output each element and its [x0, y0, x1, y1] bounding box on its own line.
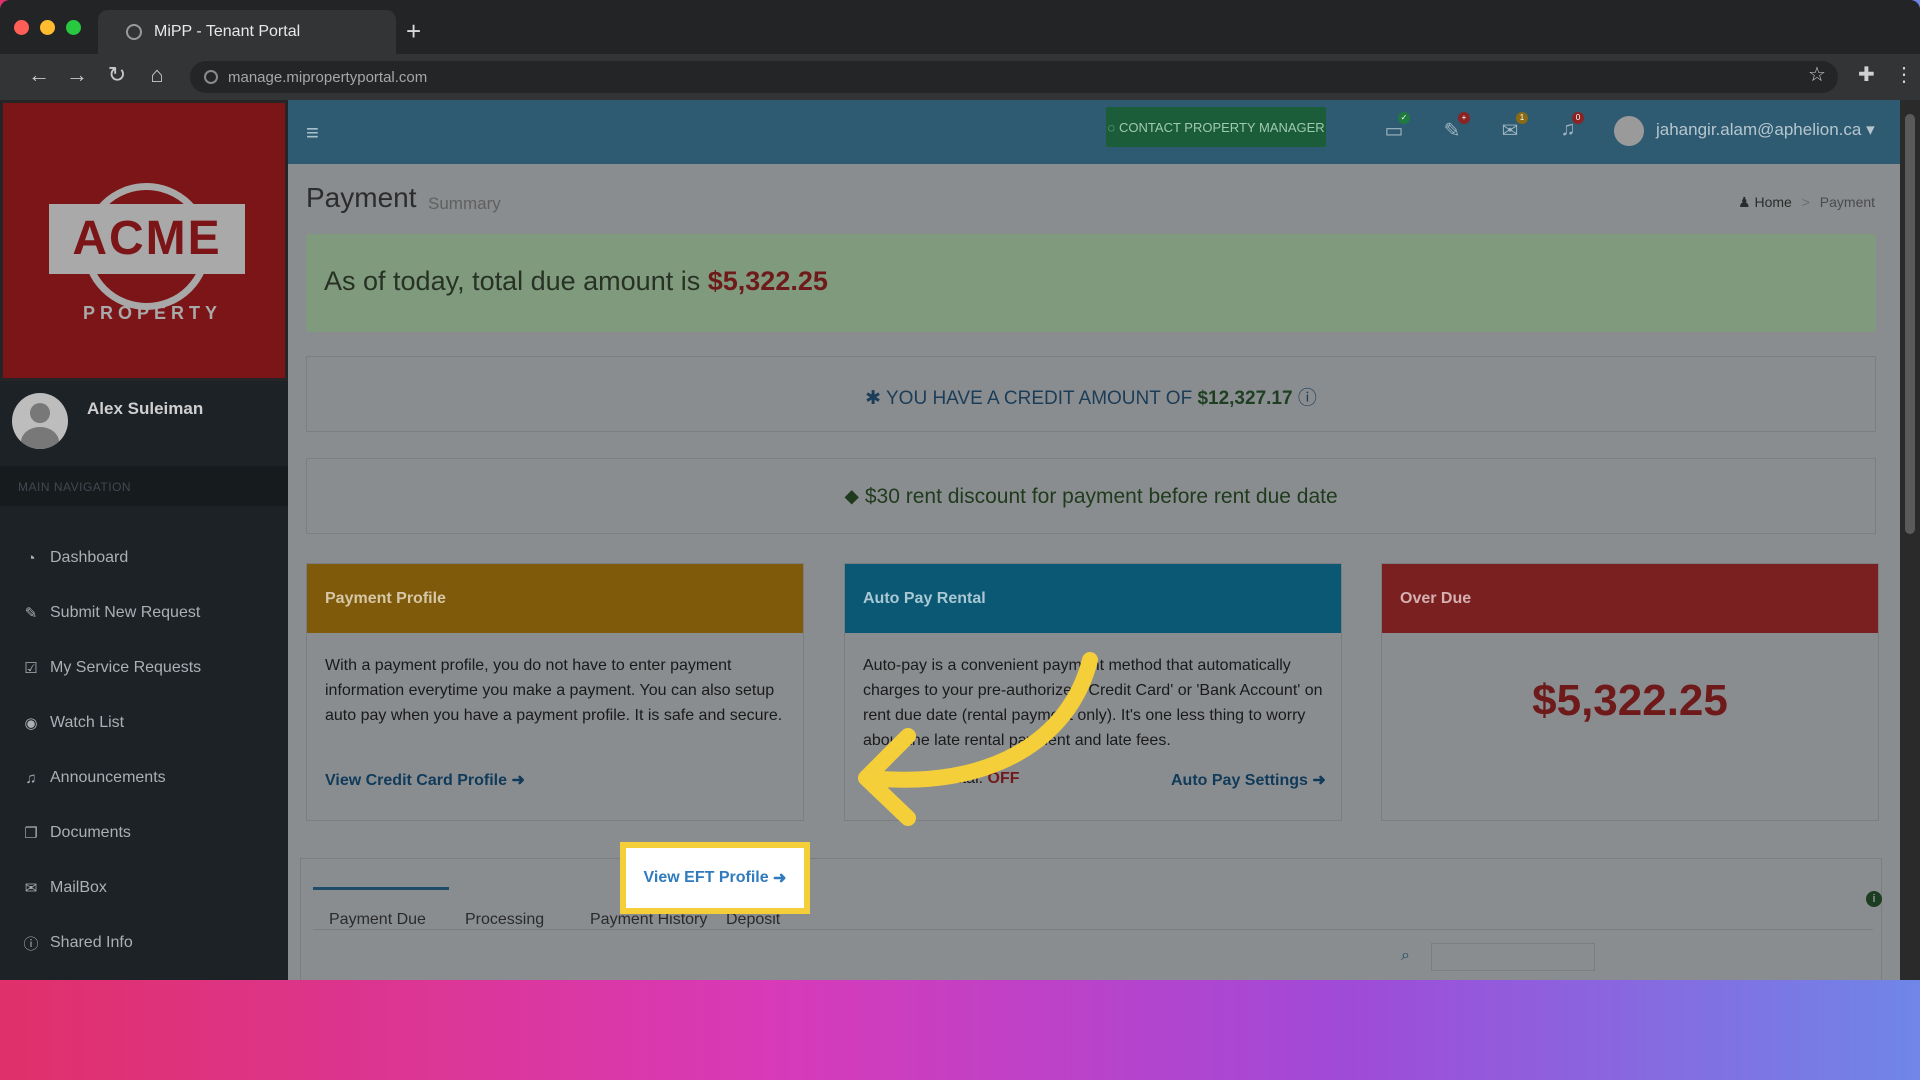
browser-window: MiPP - Tenant Portal + ← → ↻ ⌂ manage.mi…	[0, 0, 1920, 980]
annotation-arrow	[858, 652, 1098, 826]
